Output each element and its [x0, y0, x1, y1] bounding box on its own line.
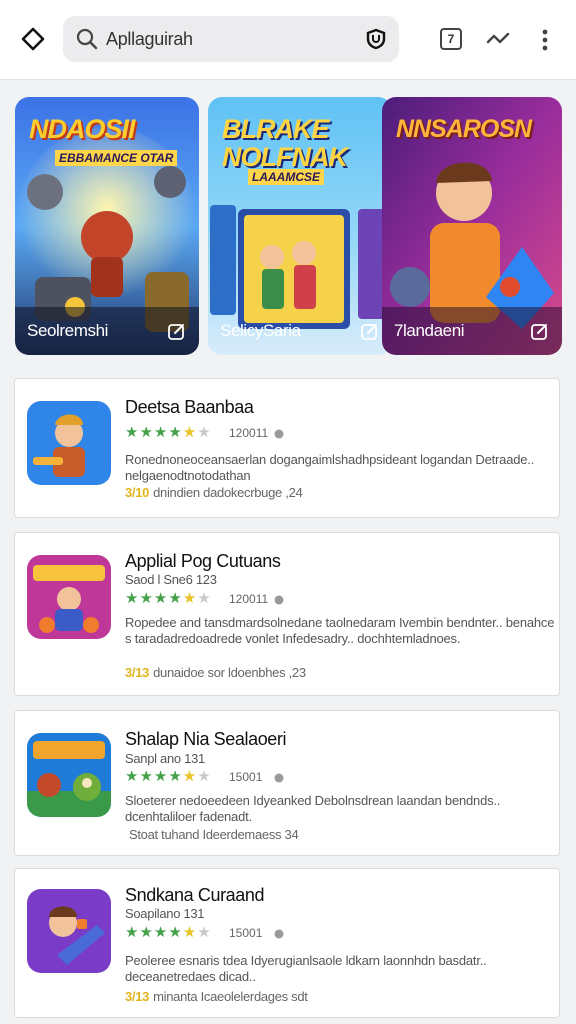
back-diamond-icon[interactable]	[20, 26, 46, 52]
rating-stars-3: ★★★★★★	[125, 768, 212, 785]
more-options-icon[interactable]	[538, 26, 552, 54]
app-meta-1: 3/10 dnindien dadokecrbuge ,24	[125, 485, 303, 500]
pin-icon	[274, 429, 284, 439]
app-subtitle-2: Saod l Sne6 123	[125, 572, 217, 587]
app-subtitle-3: Sanpl ano 131	[125, 751, 205, 766]
rating-count-1: 120011	[229, 426, 269, 440]
edit-icon[interactable]	[360, 321, 380, 341]
rating-stars-2: ★★★★★★	[125, 590, 212, 607]
featured-label-3: 7landaeni	[394, 321, 465, 340]
pin-icon	[274, 595, 284, 605]
app-meta-3: Stoat tuhand Ideerdemaess 34	[125, 827, 299, 842]
app-description-4: Peoleree esnaris tdea Idyerugianlsaole l…	[125, 953, 487, 984]
meta-text-3: Stoat tuhand Ideerdemaess 34	[129, 827, 299, 842]
search-query[interactable]: Apllaguirah	[106, 29, 193, 50]
app-icon-2[interactable]	[27, 555, 111, 639]
featured-card-2[interactable]: BLRAKE NOLFNAK LAAAMCSE SelicySaria	[208, 97, 392, 355]
app-description-1: Ronednoneoceansaerlan dogangaimlshadhpsi…	[125, 452, 535, 483]
app-meta-2: 3/13 dunaidoe sor ldoenbhes ,23	[125, 665, 306, 680]
app-card-4[interactable]: Sndkana Curaand Soapilano 131 ★★★★★★ 150…	[14, 868, 560, 1018]
app-icon-1[interactable]	[27, 401, 111, 485]
meta-text-4: minanta Icaeolelerdages sdt	[153, 989, 308, 1004]
featured-card-3[interactable]: NNSAROSN 7landaeni	[382, 97, 562, 355]
meta-badge-2: 3/13	[125, 665, 150, 680]
top-bar: Apllaguirah 7	[0, 0, 576, 80]
pin-icon	[274, 929, 284, 939]
app-description-3: Sloeterer nedoeedeen Idyeanked Debolnsdr…	[125, 793, 501, 824]
featured-title-1: NDAOSII	[29, 114, 136, 144]
app-card-1[interactable]: Deetsa Baanbaa ★★★★★★ 120011 Ronednoneoc…	[14, 378, 560, 518]
app-subtitle-4: Soapilano 131	[125, 906, 205, 921]
app-icon-4[interactable]	[27, 889, 111, 973]
app-card-2[interactable]: Applial Pog Cutuans Saod l Sne6 123 ★★★★…	[14, 532, 560, 696]
meta-badge-1: 3/10	[125, 485, 150, 500]
featured-card-1[interactable]: NDAOSII EBBAMANCE OTAR Seolremshi	[15, 97, 199, 355]
shield-icon[interactable]	[365, 28, 387, 50]
search-icon	[76, 28, 98, 50]
app-meta-4: 3/13 minanta Icaeolelerdages sdt	[125, 989, 308, 1004]
featured-label-1: Seolremshi	[27, 321, 109, 340]
search-bar[interactable]: Apllaguirah	[63, 16, 399, 62]
trend-icon[interactable]	[486, 30, 510, 48]
featured-title-2: BLRAKE NOLFNAK	[222, 114, 348, 172]
app-title-2: Applial Pog Cutuans	[125, 551, 281, 571]
featured-label-2: SelicySaria	[220, 321, 301, 340]
featured-subtitle-1: EBBAMANCE OTAR	[55, 150, 178, 166]
app-title-4: Sndkana Curaand	[125, 885, 265, 905]
app-description-2: Ropedee and tansdmardsolnedane taolnedar…	[125, 615, 555, 646]
meta-text-1: dnindien dadokecrbuge ,24	[153, 485, 303, 500]
tabs-count-button[interactable]: 7	[440, 28, 462, 50]
meta-badge-4: 3/13	[125, 989, 150, 1004]
featured-title-3: NNSAROSN	[396, 115, 532, 143]
pin-icon	[274, 773, 284, 783]
app-title-3: Shalap Nia Sealaoeri	[125, 729, 287, 749]
edit-icon[interactable]	[167, 321, 187, 341]
app-card-3[interactable]: Shalap Nia Sealaoeri Sanpl ano 131 ★★★★★…	[14, 710, 560, 856]
edit-icon[interactable]	[530, 321, 550, 341]
featured-subtitle-2: LAAAMCSE	[248, 169, 324, 185]
rating-stars-1: ★★★★★★	[125, 424, 212, 441]
app-icon-3[interactable]	[27, 733, 111, 817]
rating-stars-4: ★★★★★★	[125, 924, 212, 941]
meta-text-2: dunaidoe sor ldoenbhes ,23	[153, 665, 306, 680]
app-title-1: Deetsa Baanbaa	[125, 397, 254, 417]
rating-count-3: 15001	[229, 770, 263, 784]
rating-count-4: 15001	[229, 926, 263, 940]
rating-count-2: 120011	[229, 592, 269, 606]
